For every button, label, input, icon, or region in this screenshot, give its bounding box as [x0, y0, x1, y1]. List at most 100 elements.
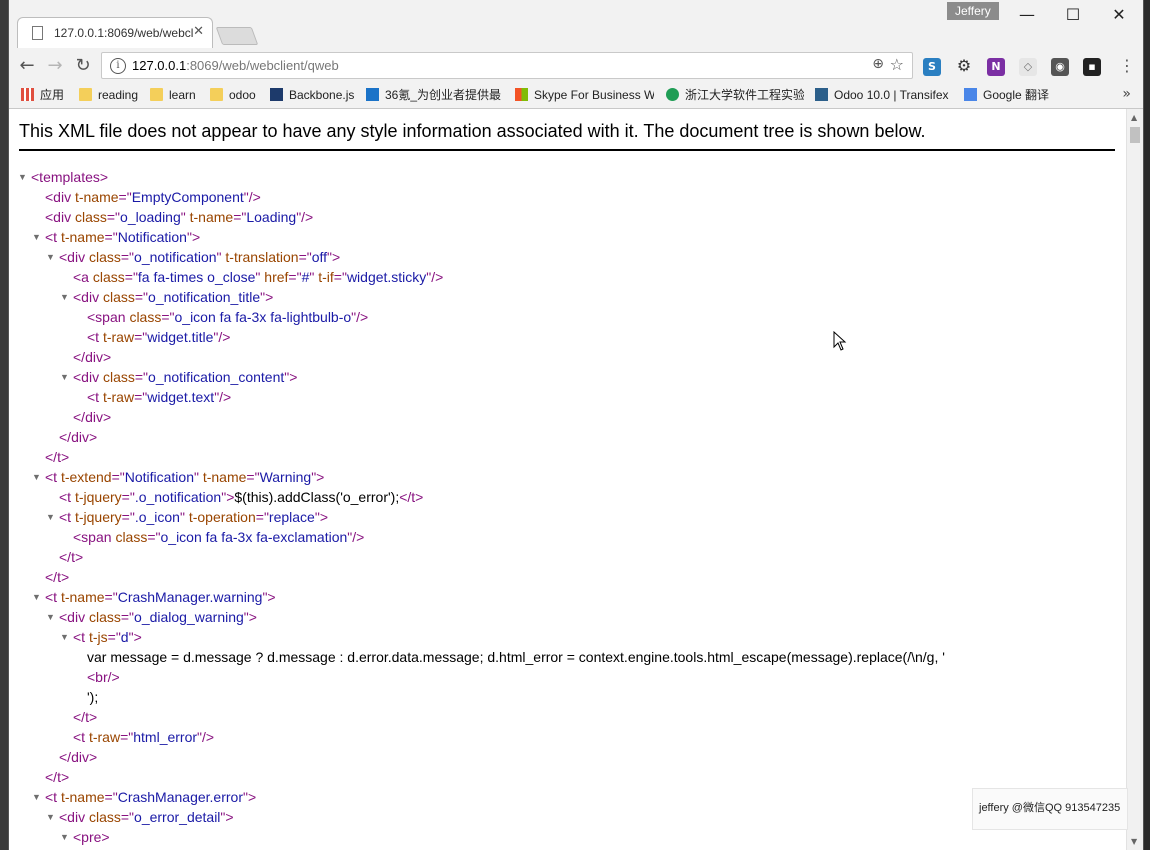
- bookmark-label: Skype For Business W: [534, 88, 654, 102]
- xml-token-tag: <t: [59, 489, 75, 505]
- close-window-button[interactable]: ✕: [1096, 4, 1142, 26]
- info-icon[interactable]: i: [110, 58, 126, 74]
- xml-token-tag: ": [179, 509, 189, 525]
- xml-token-val: Notification: [124, 469, 194, 485]
- xml-token-tag: ">: [243, 609, 257, 625]
- xml-token-attr: class: [92, 269, 125, 285]
- bookmark-learn[interactable]: learn: [150, 86, 196, 104]
- collapse-toggle-icon[interactable]: ▼: [32, 227, 41, 247]
- zoom-icon[interactable]: ⊕: [872, 56, 884, 72]
- xml-token-tag: =": [104, 229, 118, 245]
- collapse-toggle-icon[interactable]: ▼: [60, 367, 69, 387]
- bookmark-reading[interactable]: reading: [79, 86, 138, 104]
- xml-token-tag: =": [147, 529, 161, 545]
- xml-token-attr: t-name: [189, 209, 234, 225]
- collapse-toggle-icon[interactable]: ▼: [46, 507, 55, 527]
- onenote-extension-icon[interactable]: N: [987, 58, 1005, 76]
- shield-extension-icon[interactable]: ◇: [1019, 58, 1037, 76]
- scrollbar-thumb[interactable]: [1130, 127, 1140, 143]
- bookmark-odoo[interactable]: odoo: [210, 86, 256, 104]
- scroll-up-icon[interactable]: ▲: [1131, 113, 1137, 122]
- browser-menu-icon[interactable]: ⋮: [1116, 56, 1138, 78]
- xml-token-attr: class: [102, 369, 135, 385]
- xml-token-val: fa fa-times o_close: [137, 269, 256, 285]
- bookmark-apps[interactable]: 应用: [21, 86, 64, 104]
- tab-title: 127.0.0.1:8069/web/webclient/qweb: [54, 26, 194, 40]
- bookmark-zju[interactable]: 浙江大学软件工程实验: [666, 86, 804, 104]
- xml-info-banner: This XML file does not appear to have an…: [19, 121, 1115, 151]
- lightbulb-extension-icon[interactable]: ◉: [1051, 58, 1069, 76]
- address-bar[interactable]: i 127.0.0.1:8069/web/webclient/qweb ⊕ ☆: [101, 52, 913, 79]
- maximize-button[interactable]: ☐: [1050, 4, 1096, 26]
- dark-extension-icon[interactable]: ▪: [1083, 58, 1101, 76]
- xml-token-attr: t-jquery: [74, 489, 122, 505]
- bookmark-label: reading: [98, 88, 139, 102]
- new-tab-button[interactable]: [215, 27, 259, 45]
- xml-token-tag: "/>: [214, 389, 232, 405]
- bookmark-star-icon[interactable]: ☆: [890, 55, 904, 74]
- collapse-toggle-icon[interactable]: ▼: [60, 627, 69, 647]
- xml-token-txt: ');: [87, 689, 99, 705]
- collapse-toggle-icon[interactable]: ▼: [46, 607, 55, 627]
- bookmark-36kr[interactable]: 36氪_为创业者提供最: [366, 86, 502, 104]
- bookmark-skype[interactable]: Skype For Business W: [515, 86, 654, 104]
- bookmark-backbone[interactable]: Backbone.js: [270, 86, 354, 104]
- settings-gear-icon[interactable]: ⚙: [955, 58, 973, 76]
- minimize-button[interactable]: —: [1004, 4, 1050, 26]
- xml-token-tag: ">: [327, 249, 341, 265]
- reload-button[interactable]: ↻: [72, 56, 94, 78]
- close-tab-icon[interactable]: ✕: [193, 24, 204, 39]
- vertical-scrollbar[interactable]: ▲ ▼: [1126, 109, 1143, 850]
- collapse-toggle-icon[interactable]: ▼: [32, 467, 41, 487]
- collapse-toggle-icon[interactable]: ▼: [32, 787, 41, 807]
- xml-token-txt: var message = d.message ? d.message : d.…: [87, 649, 945, 665]
- sogou-extension-icon[interactable]: S: [923, 58, 941, 76]
- xml-token-val: d: [120, 629, 129, 645]
- bookmark-transifex[interactable]: Odoo 10.0 | Transifex: [815, 86, 953, 104]
- xml-token-tag: =": [161, 309, 175, 325]
- backbone-icon: [270, 88, 283, 101]
- back-button[interactable]: ←: [16, 56, 38, 78]
- xml-line: <t t-raw="html_error"/>: [73, 727, 214, 747]
- xml-token-tag: ">: [128, 629, 142, 645]
- watermark: jeffery @微信QQ 913547235: [972, 788, 1128, 830]
- collapse-toggle-icon[interactable]: ▼: [18, 167, 27, 187]
- xml-token-tag: <div: [59, 809, 89, 825]
- more-bookmarks-icon[interactable]: »: [1122, 86, 1131, 102]
- xml-line: <t t-raw="widget.text"/>: [87, 387, 231, 407]
- collapse-toggle-icon[interactable]: ▼: [60, 827, 69, 847]
- xml-token-attr: class: [88, 809, 121, 825]
- bookmark-label: odoo: [229, 88, 256, 102]
- xml-token-tag: </t>: [399, 489, 424, 505]
- collapse-toggle-icon[interactable]: ▼: [46, 247, 55, 267]
- xml-token-tag: <t: [73, 729, 89, 745]
- bookmark-google-translate[interactable]: Google 翻译: [964, 86, 1049, 104]
- xml-token-attr: t-raw: [102, 329, 135, 345]
- xml-token-tag: "/>: [351, 309, 369, 325]
- forward-button[interactable]: →: [44, 56, 66, 78]
- xml-token-attr: class: [74, 209, 107, 225]
- xml-token-tag: =": [288, 269, 302, 285]
- active-tab[interactable]: 127.0.0.1:8069/web/webclient/qweb ✕: [17, 17, 213, 48]
- xml-token-tag: =": [120, 729, 134, 745]
- xml-token-attr: t-name: [74, 189, 119, 205]
- xml-token-attr: t-js: [88, 629, 108, 645]
- collapse-toggle-icon[interactable]: ▼: [60, 287, 69, 307]
- xml-token-attr: t-name: [60, 589, 105, 605]
- xml-token-tag: =": [124, 269, 138, 285]
- xml-token-tag: =": [134, 369, 149, 385]
- xml-line: ');: [87, 687, 98, 707]
- xml-token-tag: <t: [45, 229, 61, 245]
- xml-token-txt: $(this).addClass('o_error');: [234, 489, 400, 505]
- xml-token-tag: </div>: [59, 429, 98, 445]
- collapse-toggle-icon[interactable]: ▼: [46, 807, 55, 827]
- scroll-down-icon[interactable]: ▼: [1131, 837, 1137, 846]
- xml-line: ▼ <t t-name="CrashManager.error">: [32, 787, 256, 807]
- xml-token-tag: <div: [45, 189, 75, 205]
- collapse-toggle-icon[interactable]: ▼: [32, 587, 41, 607]
- xml-token-val: o_error_detail: [134, 809, 221, 825]
- profile-badge[interactable]: Jeffery: [947, 2, 999, 20]
- xml-token-tag: =": [134, 389, 148, 405]
- xml-token-tag: <div: [73, 369, 103, 385]
- xml-token-tag: <t: [87, 329, 103, 345]
